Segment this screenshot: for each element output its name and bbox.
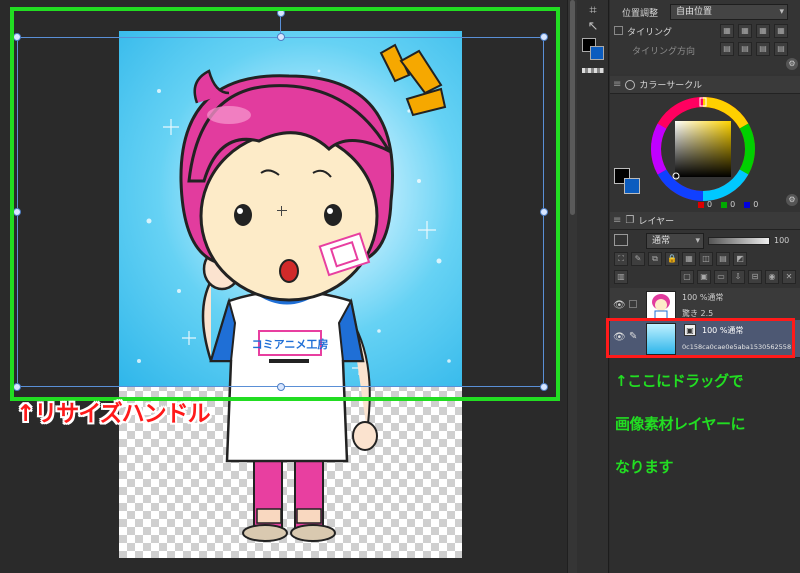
layer-panel-header: ≡ ❐ レイヤー (610, 212, 800, 230)
blue-value: 0 (753, 200, 759, 209)
red-value: 0 (707, 200, 713, 209)
resize-handle-caption: ↑リサイズハンドル (16, 401, 211, 427)
layer-select-box[interactable] (629, 300, 637, 308)
resize-handle-top[interactable] (277, 33, 285, 41)
image-material-layer-icon: ▣ (684, 324, 696, 336)
position-adjust-dropdown[interactable]: 自由位置 ▾ (670, 4, 788, 20)
rgb-readout: 0 0 0 (698, 200, 758, 209)
tool-column: ⌗ ↖ (577, 0, 609, 573)
direction-option-icon[interactable]: ▤ (720, 42, 734, 56)
green-value: 0 (730, 200, 736, 209)
new-folder-icon[interactable]: ▭ (714, 270, 728, 284)
sub-color-indicator[interactable] (624, 178, 640, 194)
drag-note-line-2: 画像素材レイヤーに (615, 415, 746, 433)
tiling-option-icon[interactable]: ▦ (774, 24, 788, 38)
layer-properties-icon[interactable]: ▥ (614, 270, 628, 284)
sub-color-swatch[interactable] (590, 46, 604, 60)
canvas-area[interactable]: コミアニメ工房 ↑リサイズハンドル (0, 0, 567, 573)
scrollbar-thumb[interactable] (570, 0, 575, 215)
resize-handle-right[interactable] (540, 208, 548, 216)
blue-channel-icon (744, 201, 751, 208)
panel-menu-icon[interactable]: ≡ (613, 79, 621, 90)
new-vector-layer-icon[interactable]: ▣ (697, 270, 711, 284)
tiling-direction-buttons: ▤ ▤ ▤ ▤ (720, 42, 790, 56)
chevron-down-icon: ▾ (779, 7, 784, 17)
color-wheel-header: ≡ カラーサークル (610, 76, 800, 94)
direction-option-icon[interactable]: ▤ (774, 42, 788, 56)
new-raster-layer-icon[interactable]: ▢ (680, 270, 694, 284)
transparent-color-swatch[interactable] (582, 68, 604, 73)
tool-property-panel: 位置調整 自由位置 ▾ タイリング ▦ ▦ ▦ ▦ タイリング方向 ▤ ▤ ▤ … (610, 0, 800, 74)
resize-handle-top-right[interactable] (540, 33, 548, 41)
center-crosshair-icon (277, 206, 287, 216)
resize-handle-bottom-left[interactable] (13, 383, 21, 391)
panel-menu-icon[interactable]: ≡ (613, 215, 621, 226)
tool-settings-icon[interactable]: ⚙ (786, 58, 798, 70)
character-illustration: コミアニメ工房 (179, 69, 394, 542)
lock-layer-icon[interactable]: 🔒 (665, 252, 679, 266)
layer-row-selected[interactable]: 👁 ✎ ▣ 100 %通常 0c158ca0cae0e5aba153056255… (610, 320, 800, 358)
create-mask-icon[interactable]: ◉ (765, 270, 779, 284)
layer-thumbnail (646, 291, 676, 323)
layer-opacity-mode: 100 %通常 (702, 326, 744, 335)
mask-enable-icon[interactable]: ◫ (699, 252, 713, 266)
color-wheel-title[interactable]: カラーサークル (639, 78, 702, 91)
layer-panel: ≡ ❐ レイヤー 通常 ▾ 100 ⛶ ✎ ⧉ 🔒 ▦ ◫ ▤ ◩ ▥ ▢ ▣ … (610, 212, 800, 573)
drag-note-line-3: なります (615, 458, 674, 476)
resize-handle-bottom-right[interactable] (540, 383, 548, 391)
color-settings-icon[interactable]: ⚙ (786, 194, 798, 206)
direction-option-icon[interactable]: ▤ (738, 42, 752, 56)
tiling-label: タイリング (627, 28, 673, 38)
canvas-vertical-scrollbar[interactable] (567, 0, 577, 573)
layer-name: 0c158ca0cae0e5aba1530562558 (682, 343, 792, 351)
resize-handle-bottom[interactable] (277, 383, 285, 391)
ruler-display-icon[interactable]: ▤ (716, 252, 730, 266)
select-arrow-icon[interactable]: ↖ (583, 18, 603, 36)
eye-visibility-icon[interactable]: 👁 (613, 300, 626, 311)
green-channel-icon (721, 201, 728, 208)
right-panel: 位置調整 自由位置 ▾ タイリング ▦ ▦ ▦ ▦ タイリング方向 ▤ ▤ ▤ … (610, 0, 800, 573)
direction-option-icon[interactable]: ▤ (756, 42, 770, 56)
layer-opacity-mode: 100 %通常 (682, 293, 724, 302)
merge-down-icon[interactable]: ⊟ (748, 270, 762, 284)
layer-name: 驚き 2.5 (682, 309, 714, 318)
tiling-buttons: ▦ ▦ ▦ ▦ (720, 24, 790, 38)
draft-layer-icon[interactable]: ✎ (631, 252, 645, 266)
resize-handle-top-left[interactable] (13, 33, 21, 41)
chevron-down-icon: ▾ (695, 236, 700, 246)
palette-color-icon[interactable]: ◩ (733, 252, 747, 266)
layer-color-icon[interactable] (614, 234, 628, 246)
tiling-option-icon[interactable]: ▦ (720, 24, 734, 38)
tiling-direction-label: タイリング方向 (632, 47, 696, 57)
opacity-slider[interactable] (708, 237, 770, 245)
position-adjust-value: 自由位置 (676, 7, 713, 17)
eye-visibility-icon[interactable]: 👁 (613, 332, 626, 343)
shirt-logo-text: コミアニメ工房 (252, 337, 329, 351)
red-channel-icon (698, 201, 704, 208)
color-wheel-panel: ≡ カラーサークル 0 0 0 ⚙ (610, 76, 800, 210)
clip-layer-icon[interactable]: ⧉ (648, 252, 662, 266)
layer-thumbnail (646, 323, 676, 355)
pencil-edit-icon: ✎ (629, 331, 638, 342)
lock-transparency-icon[interactable]: ▦ (682, 252, 696, 266)
layer-toolbar-row-2: ▥ ▢ ▣ ▭ ⇩ ⊟ ◉ ✕ (614, 270, 796, 284)
layer-stack-icon: ❐ (625, 215, 635, 226)
drag-note-line-1: ↑ここにドラッグで (615, 372, 744, 390)
blend-mode-dropdown[interactable]: 通常 ▾ (646, 233, 704, 249)
delete-layer-icon[interactable]: ✕ (782, 270, 796, 284)
color-wheel-tab-icon (625, 79, 636, 90)
hue-ring[interactable] (650, 96, 756, 202)
transfer-down-icon[interactable]: ⇩ (731, 270, 745, 284)
tiling-option-icon[interactable]: ▦ (756, 24, 770, 38)
tiling-option-icon[interactable]: ▦ (738, 24, 752, 38)
position-adjust-label: 位置調整 (622, 9, 659, 19)
resize-handle-left[interactable] (13, 208, 21, 216)
opacity-value[interactable]: 100 (774, 236, 789, 245)
reference-layer-icon[interactable]: ⛶ (614, 252, 628, 266)
rotation-handle[interactable] (277, 9, 285, 17)
layer-toolbar-row-1: ⛶ ✎ ⧉ 🔒 ▦ ◫ ▤ ◩ (614, 252, 747, 266)
blend-mode-value: 通常 (652, 236, 671, 246)
layer-tab-label[interactable]: レイヤー (638, 214, 674, 227)
tiling-checkbox[interactable] (614, 26, 623, 35)
